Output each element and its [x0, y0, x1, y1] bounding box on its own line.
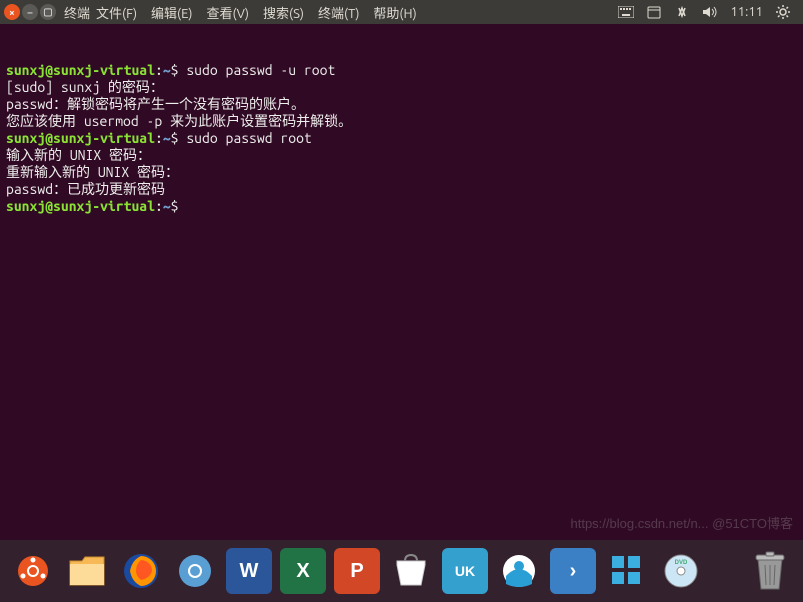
close-button[interactable]: ×	[4, 4, 20, 20]
keyboard-icon[interactable]	[618, 4, 634, 20]
menu-search[interactable]: 搜索(S)	[263, 3, 304, 22]
terminal-line: sunxj@sunxj-virtual:~$ sudo passwd root	[6, 130, 797, 147]
terminal-line: 重新输入新的 UNIX 密码：	[6, 164, 797, 181]
window-controls: × – ▢	[4, 4, 56, 20]
prompt-command: $ sudo passwd root	[171, 130, 312, 146]
menu-terminal[interactable]: 终端(T)	[318, 3, 359, 22]
prompt-user: sunxj@sunxj-virtual	[6, 198, 155, 214]
trash-icon[interactable]	[747, 548, 793, 594]
terminal-line: 您应该使用 usermod -p 来为此账户设置密码并解锁。	[6, 113, 797, 130]
dock-powerpoint[interactable]: P	[334, 548, 380, 594]
prompt-user: sunxj@sunxj-virtual	[6, 130, 155, 146]
terminal-line: sunxj@sunxj-virtual:~$ sudo passwd -u ro…	[6, 62, 797, 79]
system-tray: 11:11	[618, 4, 799, 20]
prompt-user: sunxj@sunxj-virtual	[6, 62, 155, 78]
svg-text:DVD: DVD	[675, 560, 688, 566]
dock-app-blue[interactable]	[496, 548, 542, 594]
dock-input-uk[interactable]: UK	[442, 548, 488, 594]
network-icon[interactable]	[674, 4, 690, 20]
prompt-sep: :	[155, 62, 163, 78]
dock-chromium[interactable]	[172, 548, 218, 594]
menu-file[interactable]: 文件(F)	[96, 3, 137, 22]
terminal-line: passwd：已成功更新密码	[6, 181, 797, 198]
minimize-button[interactable]: –	[22, 4, 38, 20]
prompt-path: ~	[163, 198, 171, 214]
menu-view[interactable]: 查看(V)	[207, 3, 249, 22]
dock: WXP UK › DVD	[0, 540, 803, 602]
prompt-command: $ sudo passwd -u root	[171, 62, 336, 78]
gear-icon[interactable]	[775, 4, 791, 20]
dock-software[interactable]	[388, 548, 434, 594]
app-title: 终端	[64, 3, 90, 22]
prompt-path: ~	[163, 62, 171, 78]
terminal-line: sunxj@sunxj-virtual:~$	[6, 198, 797, 215]
calendar-icon[interactable]	[646, 4, 662, 20]
dock-app-grid[interactable]	[604, 548, 650, 594]
watermark: https://blog.csdn.net/n... @51CTO博客	[570, 515, 793, 532]
dock-disc[interactable]: DVD	[658, 548, 704, 594]
dock-app-arrow[interactable]: ›	[550, 548, 596, 594]
prompt-command: $	[171, 198, 187, 214]
menubar: × – ▢ 终端 文件(F) 编辑(E) 查看(V) 搜索(S) 终端(T) 帮…	[0, 0, 803, 24]
maximize-button[interactable]: ▢	[40, 4, 56, 20]
prompt-sep: :	[155, 198, 163, 214]
prompt-path: ~	[163, 130, 171, 146]
volume-icon[interactable]	[702, 4, 718, 20]
terminal-area[interactable]: sunxj@sunxj-virtual:~$ sudo passwd -u ro…	[0, 24, 803, 540]
clock[interactable]: 11:11	[730, 5, 763, 19]
menu-help[interactable]: 帮助(H)	[373, 3, 416, 22]
prompt-sep: :	[155, 130, 163, 146]
terminal-line: 输入新的 UNIX 密码：	[6, 147, 797, 164]
dock-firefox[interactable]	[118, 548, 164, 594]
dock-show-apps[interactable]	[10, 548, 56, 594]
menu-items: 文件(F) 编辑(E) 查看(V) 搜索(S) 终端(T) 帮助(H)	[96, 3, 417, 22]
terminal-line: passwd：解锁密码将产生一个没有密码的账户。	[6, 96, 797, 113]
dock-word[interactable]: W	[226, 548, 272, 594]
dock-excel[interactable]: X	[280, 548, 326, 594]
terminal-line: [sudo] sunxj 的密码：	[6, 79, 797, 96]
dock-files[interactable]	[64, 548, 110, 594]
menu-edit[interactable]: 编辑(E)	[151, 3, 192, 22]
